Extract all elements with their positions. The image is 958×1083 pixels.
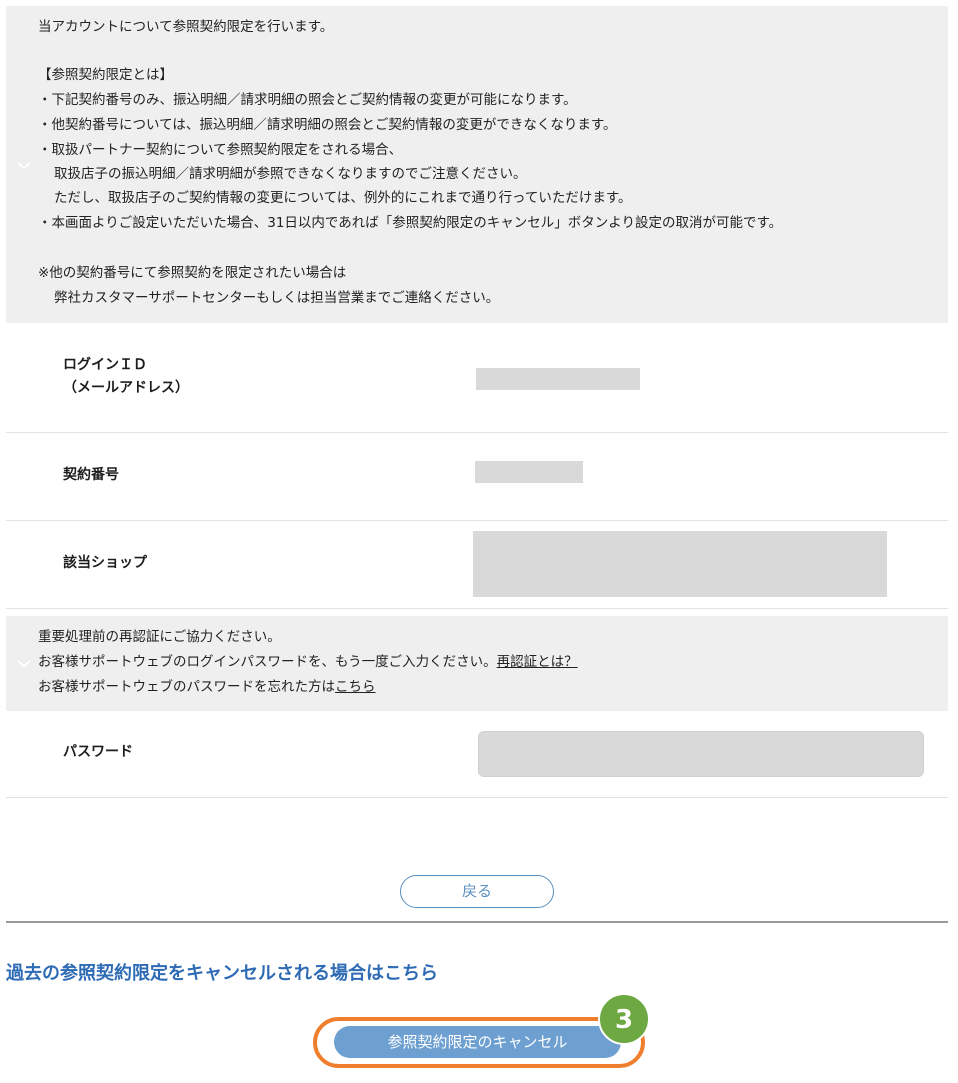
chevron-down-icon: [17, 162, 31, 170]
reauth-help-link[interactable]: 再認証とは？: [497, 654, 578, 670]
info-line: ただし、取扱店子のご契約情報の変更については、例外的にこれまで通り行っていただけ…: [54, 190, 632, 206]
contract-number-value-redacted: [475, 461, 583, 483]
shop-value-redacted: [473, 531, 887, 597]
contract-number-row: 契約番号: [6, 433, 948, 521]
login-id-row: ログインＩＤ （メールアドレス）: [6, 323, 948, 433]
info-line: ・下記契約番号のみ、振込明細／請求明細の照会とご契約情報の変更が可能になります。: [38, 92, 577, 108]
login-id-label-sub: （メールアドレス）: [63, 380, 189, 396]
shop-label: 該当ショップ: [63, 555, 147, 571]
reauth-info-box: 重要処理前の再認証にご協力ください。 お客様サポートウェブのログインパスワードを…: [6, 616, 948, 711]
forgot-password-text: お客様サポートウェブのパスワードを忘れた方は: [38, 679, 335, 695]
cancel-reference-limit-button[interactable]: 参照契約限定のキャンセル: [334, 1026, 621, 1058]
login-id-label: ログインＩＤ: [63, 357, 147, 373]
cancel-section-heading: 過去の参照契約限定をキャンセルされる場合はこちら: [6, 963, 438, 984]
info-line: ※他の契約番号にて参照契約を限定されたい場合は: [38, 265, 347, 281]
reauth-line: お客様サポートウェブのログインパスワードを、もう一度ご入力ください。再認証とは？: [38, 650, 578, 674]
info-line: ・他契約番号については、振込明細／請求明細の照会とご契約情報の変更ができなくなり…: [38, 117, 617, 133]
password-input[interactable]: [478, 731, 924, 777]
reauth-text: お客様サポートウェブのログインパスワードを、もう一度ご入力ください。: [38, 654, 497, 670]
forgot-password-line: お客様サポートウェブのパスワードを忘れた方はこちら: [38, 675, 376, 699]
info-line: 弊社カスタマーサポートセンターもしくは担当営業までご連絡ください。: [54, 290, 500, 306]
reference-limit-info-box: 当アカウントについて参照契約限定を行います。 【参照契約限定とは】 ・下記契約番…: [6, 6, 948, 323]
info-line: 取扱店子の振込明細／請求明細が参照できなくなりますのでご注意ください。: [54, 166, 527, 182]
contract-number-label: 契約番号: [63, 467, 119, 483]
info-line: ・取扱パートナー契約について参照契約限定をされる場合、: [38, 142, 403, 158]
info-line: 【参照契約限定とは】: [38, 67, 173, 83]
chevron-down-icon: [17, 660, 31, 668]
login-id-value-redacted: [476, 368, 640, 390]
forgot-password-link[interactable]: こちら: [335, 679, 376, 695]
shop-row: 該当ショップ: [6, 521, 948, 609]
password-label: パスワード: [63, 744, 133, 760]
info-line: 当アカウントについて参照契約限定を行います。: [38, 19, 334, 35]
back-button[interactable]: 戻る: [400, 875, 554, 908]
reauth-line: 重要処理前の再認証にご協力ください。: [38, 629, 281, 645]
step-number-badge: 3: [598, 993, 650, 1045]
info-line: ・本画面よりご設定いただいた場合、31日以内であれば「参照契約限定のキャンセル」…: [38, 215, 783, 231]
section-divider: [6, 921, 948, 923]
